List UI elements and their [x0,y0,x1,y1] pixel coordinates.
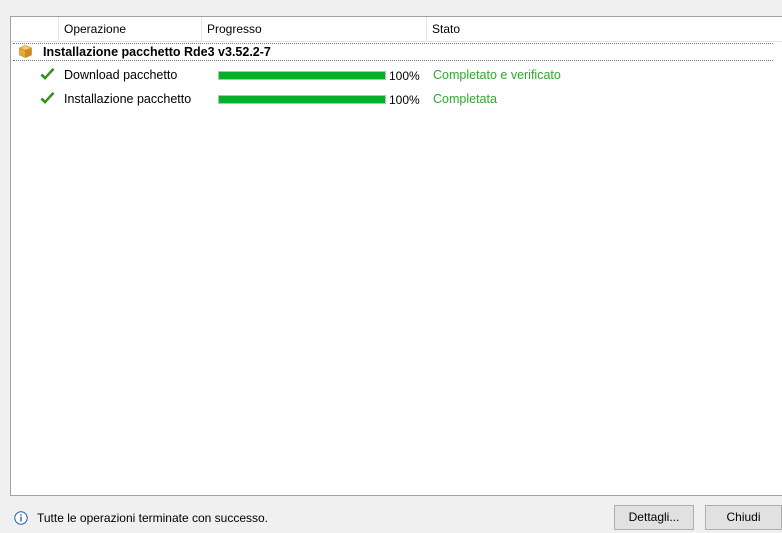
header-status[interactable]: Stato [427,17,782,41]
operation-label: Download pacchetto [64,68,178,82]
operation-label: Installazione pacchetto [64,92,192,106]
operation-row-install[interactable]: Installazione pacchetto 100% Completata [11,89,782,111]
header-icon-column[interactable] [11,17,59,41]
progress-bar-fill [219,72,385,79]
details-button[interactable]: Dettagli... [614,505,694,530]
close-button[interactable]: Chiudi [705,505,782,530]
operation-row-download[interactable]: Download pacchetto 100% Completato e ver… [11,65,782,87]
progress-bar [218,71,386,80]
progress-percent: 100% [389,69,420,83]
progress-percent: 100% [389,93,420,107]
status-text: Completata [433,92,497,106]
package-icon [18,45,33,58]
operations-panel: Operazione Progresso Stato Installazione… [10,16,782,496]
column-header: Operazione Progresso Stato [11,17,782,42]
header-progress[interactable]: Progresso [202,17,427,41]
header-operation[interactable]: Operazione [59,17,202,41]
progress-bar-fill [219,96,385,103]
progress-bar [218,95,386,104]
checkmark-icon [40,92,55,106]
footer-message: Tutte le operazioni terminate con succes… [37,511,269,525]
checkmark-icon [40,68,55,82]
status-text: Completato e verificato [433,68,561,82]
info-icon [14,511,28,525]
package-group-row[interactable]: Installazione pacchetto Rde3 v3.52.2-7 [13,43,773,61]
package-group-title: Installazione pacchetto Rde3 v3.52.2-7 [43,45,271,59]
